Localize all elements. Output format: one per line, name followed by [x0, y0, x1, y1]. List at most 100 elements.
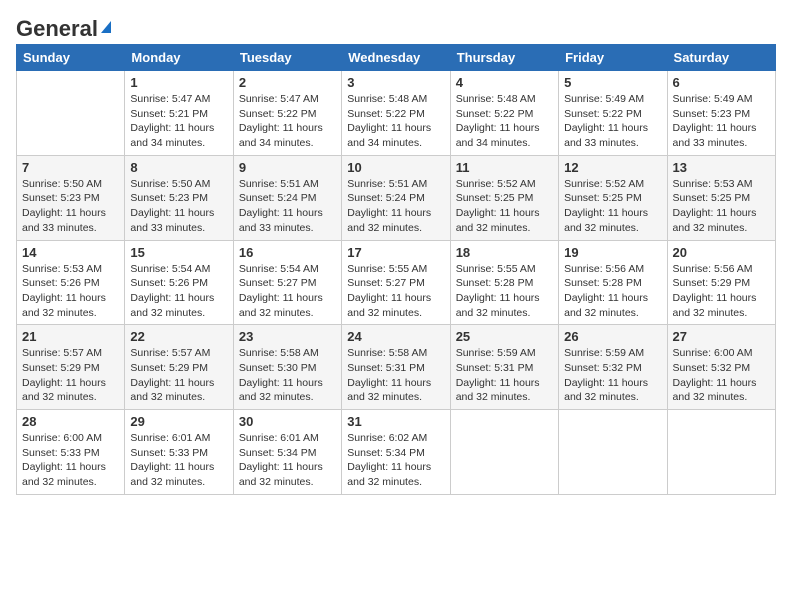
calendar-cell: 2 Sunrise: 5:47 AMSunset: 5:22 PMDaylight… — [233, 71, 341, 156]
calendar-cell: 17 Sunrise: 5:55 AMSunset: 5:27 PMDayligh… — [342, 240, 450, 325]
day-number: 21 — [22, 329, 119, 344]
calendar-week-1: 1 Sunrise: 5:47 AMSunset: 5:21 PMDaylight… — [17, 71, 776, 156]
column-header-wednesday: Wednesday — [342, 45, 450, 71]
calendar-cell: 19 Sunrise: 5:56 AMSunset: 5:28 PMDayligh… — [559, 240, 667, 325]
day-info: Sunrise: 6:01 AMSunset: 5:34 PMDaylight:… — [239, 431, 336, 490]
day-number: 18 — [456, 245, 553, 260]
calendar-cell: 9 Sunrise: 5:51 AMSunset: 5:24 PMDaylight… — [233, 155, 341, 240]
column-header-saturday: Saturday — [667, 45, 775, 71]
day-info: Sunrise: 5:59 AMSunset: 5:32 PMDaylight:… — [564, 346, 661, 405]
day-number: 6 — [673, 75, 770, 90]
calendar-cell: 16 Sunrise: 5:54 AMSunset: 5:27 PMDayligh… — [233, 240, 341, 325]
column-header-monday: Monday — [125, 45, 233, 71]
day-number: 2 — [239, 75, 336, 90]
calendar-table: SundayMondayTuesdayWednesdayThursdayFrid… — [16, 44, 776, 495]
day-number: 1 — [130, 75, 227, 90]
day-info: Sunrise: 5:48 AMSunset: 5:22 PMDaylight:… — [347, 92, 444, 151]
day-number: 30 — [239, 414, 336, 429]
day-info: Sunrise: 6:00 AMSunset: 5:33 PMDaylight:… — [22, 431, 119, 490]
day-info: Sunrise: 5:48 AMSunset: 5:22 PMDaylight:… — [456, 92, 553, 151]
calendar-cell: 7Sunrise: 5:50 AMSunset: 5:23 PMDaylight… — [17, 155, 125, 240]
calendar-cell: 6 Sunrise: 5:49 AMSunset: 5:23 PMDaylight… — [667, 71, 775, 156]
calendar-week-5: 28 Sunrise: 6:00 AMSunset: 5:33 PMDayligh… — [17, 410, 776, 495]
day-info: Sunrise: 5:53 AMSunset: 5:25 PMDaylight:… — [673, 177, 770, 236]
day-info: Sunrise: 5:55 AMSunset: 5:27 PMDaylight:… — [347, 262, 444, 321]
calendar-week-2: 7Sunrise: 5:50 AMSunset: 5:23 PMDaylight… — [17, 155, 776, 240]
day-info: Sunrise: 5:56 AMSunset: 5:29 PMDaylight:… — [673, 262, 770, 321]
day-number: 20 — [673, 245, 770, 260]
calendar-cell: 12 Sunrise: 5:52 AMSunset: 5:25 PMDayligh… — [559, 155, 667, 240]
calendar-cell: 13Sunrise: 5:53 AMSunset: 5:25 PMDayligh… — [667, 155, 775, 240]
calendar-cell: 8 Sunrise: 5:50 AMSunset: 5:23 PMDaylight… — [125, 155, 233, 240]
day-number: 5 — [564, 75, 661, 90]
column-header-thursday: Thursday — [450, 45, 558, 71]
calendar-cell: 21 Sunrise: 5:57 AMSunset: 5:29 PMDayligh… — [17, 325, 125, 410]
day-info: Sunrise: 5:57 AMSunset: 5:29 PMDaylight:… — [130, 346, 227, 405]
day-number: 12 — [564, 160, 661, 175]
day-info: Sunrise: 5:55 AMSunset: 5:28 PMDaylight:… — [456, 262, 553, 321]
day-number: 27 — [673, 329, 770, 344]
day-info: Sunrise: 6:02 AMSunset: 5:34 PMDaylight:… — [347, 431, 444, 490]
day-info: Sunrise: 5:50 AMSunset: 5:23 PMDaylight:… — [22, 177, 119, 236]
calendar-cell: 11 Sunrise: 5:52 AMSunset: 5:25 PMDayligh… — [450, 155, 558, 240]
day-number: 24 — [347, 329, 444, 344]
day-info: Sunrise: 5:51 AMSunset: 5:24 PMDaylight:… — [347, 177, 444, 236]
page-header: General — [16, 16, 776, 38]
calendar-cell: 26 Sunrise: 5:59 AMSunset: 5:32 PMDayligh… — [559, 325, 667, 410]
day-info: Sunrise: 5:56 AMSunset: 5:28 PMDaylight:… — [564, 262, 661, 321]
day-info: Sunrise: 5:49 AMSunset: 5:22 PMDaylight:… — [564, 92, 661, 151]
logo: General — [16, 16, 111, 38]
day-info: Sunrise: 5:58 AMSunset: 5:30 PMDaylight:… — [239, 346, 336, 405]
calendar-cell: 29Sunrise: 6:01 AMSunset: 5:33 PMDayligh… — [125, 410, 233, 495]
calendar-cell: 5 Sunrise: 5:49 AMSunset: 5:22 PMDaylight… — [559, 71, 667, 156]
day-number: 15 — [130, 245, 227, 260]
calendar-cell — [450, 410, 558, 495]
column-header-sunday: Sunday — [17, 45, 125, 71]
day-number: 17 — [347, 245, 444, 260]
calendar-cell: 15 Sunrise: 5:54 AMSunset: 5:26 PMDayligh… — [125, 240, 233, 325]
day-number: 19 — [564, 245, 661, 260]
day-info: Sunrise: 5:51 AMSunset: 5:24 PMDaylight:… — [239, 177, 336, 236]
day-info: Sunrise: 5:47 AMSunset: 5:21 PMDaylight:… — [130, 92, 227, 151]
calendar-cell: 3Sunrise: 5:48 AMSunset: 5:22 PMDaylight… — [342, 71, 450, 156]
calendar-cell: 25Sunrise: 5:59 AMSunset: 5:31 PMDayligh… — [450, 325, 558, 410]
column-header-tuesday: Tuesday — [233, 45, 341, 71]
day-number: 22 — [130, 329, 227, 344]
day-info: Sunrise: 5:54 AMSunset: 5:26 PMDaylight:… — [130, 262, 227, 321]
logo-general: General — [16, 16, 98, 42]
calendar-cell: 31Sunrise: 6:02 AMSunset: 5:34 PMDayligh… — [342, 410, 450, 495]
day-number: 14 — [22, 245, 119, 260]
day-info: Sunrise: 5:49 AMSunset: 5:23 PMDaylight:… — [673, 92, 770, 151]
day-info: Sunrise: 5:52 AMSunset: 5:25 PMDaylight:… — [456, 177, 553, 236]
day-info: Sunrise: 5:57 AMSunset: 5:29 PMDaylight:… — [22, 346, 119, 405]
day-info: Sunrise: 5:47 AMSunset: 5:22 PMDaylight:… — [239, 92, 336, 151]
day-info: Sunrise: 5:59 AMSunset: 5:31 PMDaylight:… — [456, 346, 553, 405]
day-number: 28 — [22, 414, 119, 429]
day-info: Sunrise: 6:01 AMSunset: 5:33 PMDaylight:… — [130, 431, 227, 490]
day-number: 16 — [239, 245, 336, 260]
calendar-cell — [559, 410, 667, 495]
day-info: Sunrise: 5:58 AMSunset: 5:31 PMDaylight:… — [347, 346, 444, 405]
calendar-week-3: 14Sunrise: 5:53 AMSunset: 5:26 PMDayligh… — [17, 240, 776, 325]
calendar-cell: 22 Sunrise: 5:57 AMSunset: 5:29 PMDayligh… — [125, 325, 233, 410]
day-number: 9 — [239, 160, 336, 175]
calendar-cell: 23Sunrise: 5:58 AMSunset: 5:30 PMDayligh… — [233, 325, 341, 410]
calendar-cell: 28 Sunrise: 6:00 AMSunset: 5:33 PMDayligh… — [17, 410, 125, 495]
calendar-cell: 14Sunrise: 5:53 AMSunset: 5:26 PMDayligh… — [17, 240, 125, 325]
day-info: Sunrise: 5:50 AMSunset: 5:23 PMDaylight:… — [130, 177, 227, 236]
calendar-cell: 18 Sunrise: 5:55 AMSunset: 5:28 PMDayligh… — [450, 240, 558, 325]
calendar-cell: 4 Sunrise: 5:48 AMSunset: 5:22 PMDaylight… — [450, 71, 558, 156]
calendar-cell: 24 Sunrise: 5:58 AMSunset: 5:31 PMDayligh… — [342, 325, 450, 410]
day-number: 11 — [456, 160, 553, 175]
column-header-friday: Friday — [559, 45, 667, 71]
day-number: 10 — [347, 160, 444, 175]
calendar-cell — [17, 71, 125, 156]
calendar-cell — [667, 410, 775, 495]
day-number: 8 — [130, 160, 227, 175]
day-info: Sunrise: 6:00 AMSunset: 5:32 PMDaylight:… — [673, 346, 770, 405]
day-number: 26 — [564, 329, 661, 344]
day-number: 4 — [456, 75, 553, 90]
day-info: Sunrise: 5:52 AMSunset: 5:25 PMDaylight:… — [564, 177, 661, 236]
day-info: Sunrise: 5:54 AMSunset: 5:27 PMDaylight:… — [239, 262, 336, 321]
logo-triangle-icon — [101, 21, 111, 33]
